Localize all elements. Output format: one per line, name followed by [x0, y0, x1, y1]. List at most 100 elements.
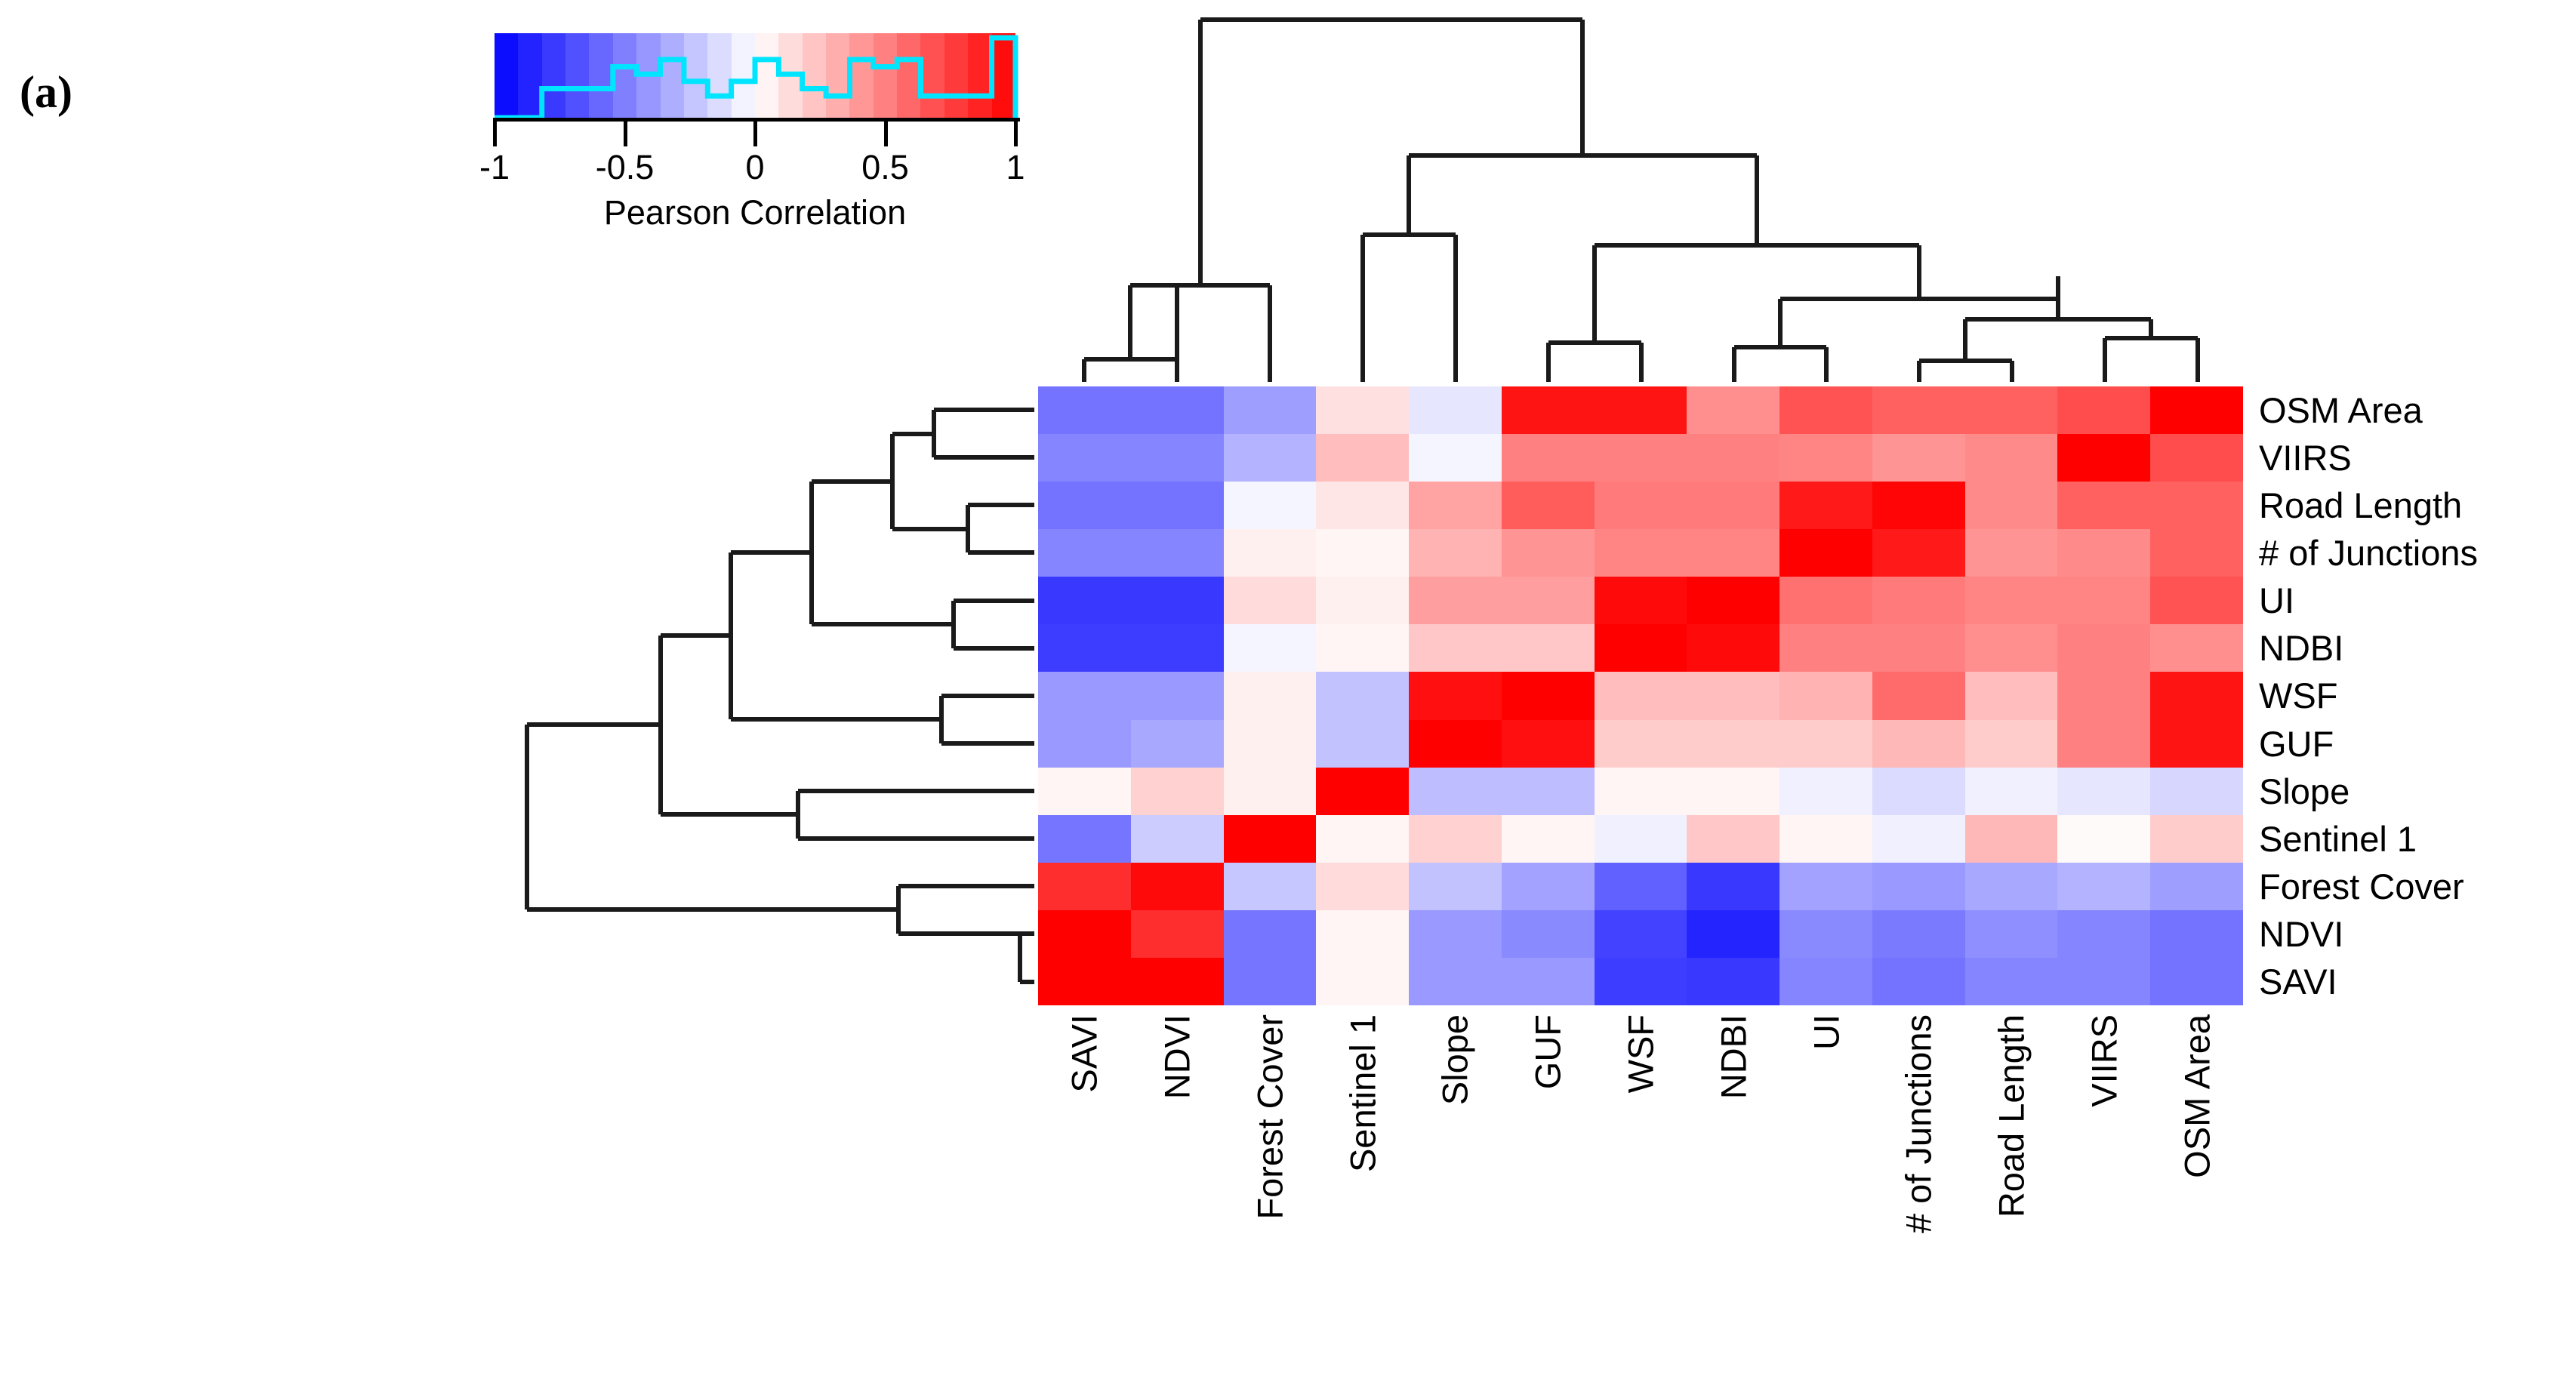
heatmap-cell: [1316, 434, 1410, 482]
heatmap-cell: [1038, 909, 1131, 958]
heatmap-column-label: SAVI: [1064, 1014, 1105, 1093]
heatmap-row-label: VIIRS: [2259, 438, 2352, 479]
heatmap-cell: [1409, 719, 1502, 768]
heatmap-cell: [2150, 482, 2243, 530]
color-key-title: Pearson Correlation: [603, 193, 907, 232]
heatmap-cell: [1594, 957, 1687, 1005]
heatmap-cell: [1501, 909, 1595, 958]
heatmap-cell: [1409, 767, 1502, 815]
heatmap-cell: [1501, 577, 1595, 625]
heatmap-cell: [1316, 909, 1410, 958]
heatmap-cell: [1872, 719, 1965, 768]
heatmap-cell: [1409, 672, 1502, 720]
heatmap-cell: [1687, 434, 1780, 482]
heatmap-cell: [1223, 767, 1317, 815]
row-dendrogram: [430, 386, 1034, 1005]
heatmap-cell: [1964, 909, 2058, 958]
heatmap-cell: [1501, 482, 1595, 530]
heatmap-row-label: # of Junctions: [2259, 533, 2479, 574]
color-key: -1 -0.5 0 0.5 1 Pearson Correlation: [479, 33, 1027, 297]
heatmap-cell: [1409, 577, 1502, 625]
color-key-tick-mark: [753, 118, 757, 146]
heatmap-cell: [1687, 719, 1780, 768]
heatmap-row-label: UI: [2259, 580, 2294, 621]
heatmap-cell: [2057, 672, 2151, 720]
heatmap-cell: [1130, 957, 1224, 1005]
heatmap-cell: [2150, 957, 2243, 1005]
heatmap-row-label: WSF: [2259, 676, 2338, 716]
heatmap-column-label-slot: GUF: [1502, 1014, 1595, 1377]
heatmap-cell: [1223, 482, 1317, 530]
color-key-axis-line: [495, 118, 1020, 122]
heatmap-cell: [1130, 767, 1224, 815]
color-key-gradient-wrap: [495, 33, 1015, 118]
heatmap-column-label-slot: Slope: [1409, 1014, 1502, 1377]
heatmap-cell: [2057, 386, 2151, 435]
heatmap-cell: [1316, 482, 1410, 530]
heatmap-cell: [1501, 957, 1595, 1005]
heatmap-cell: [2150, 909, 2243, 958]
color-key-tick-mark: [493, 118, 497, 146]
heatmap-cell: [1501, 814, 1595, 863]
heatmap-cell: [1038, 719, 1131, 768]
heatmap-cell: [1594, 672, 1687, 720]
heatmap-cell: [1501, 672, 1595, 720]
heatmap-column-label-slot: UI: [1779, 1014, 1872, 1377]
heatmap-row-label: NDBI: [2259, 628, 2344, 669]
heatmap-cell: [1687, 862, 1780, 910]
heatmap-cell: [2057, 957, 2151, 1005]
heatmap-cell: [2057, 434, 2151, 482]
heatmap-cell: [2057, 909, 2151, 958]
heatmap-cell: [2057, 624, 2151, 672]
heatmap-cell: [1501, 434, 1595, 482]
heatmap-column-label-slot: Forest Cover: [1224, 1014, 1317, 1377]
heatmap-cell: [1872, 767, 1965, 815]
heatmap-column-label: VIIRS: [2084, 1014, 2125, 1107]
heatmap-cell: [1130, 529, 1224, 577]
heatmap-column-label-slot: NDVI: [1131, 1014, 1224, 1377]
heatmap-column-label: # of Junctions: [1898, 1014, 1939, 1234]
heatmap-cell: [2150, 814, 2243, 863]
heatmap-cell: [1130, 386, 1224, 435]
heatmap-row-label: Slope: [2259, 771, 2350, 811]
heatmap-cell: [1038, 386, 1131, 435]
heatmap-cell: [1130, 434, 1224, 482]
heatmap-cell: [1964, 957, 2058, 1005]
heatmap-cell: [2150, 624, 2243, 672]
heatmap-cell: [1130, 624, 1224, 672]
heatmap-cell: [1687, 624, 1780, 672]
heatmap-cell: [1594, 434, 1687, 482]
heatmap-cell: [1130, 577, 1224, 625]
heatmap-cell: [2150, 767, 2243, 815]
heatmap-cell: [1501, 624, 1595, 672]
heatmap-cell: [1223, 957, 1317, 1005]
heatmap-row-labels: OSM Area VIIRS Road Length # of Junctions UI…: [2259, 386, 2576, 1005]
heatmap-cell: [1130, 719, 1224, 768]
heatmap-cell: [1594, 577, 1687, 625]
heatmap-cell: [1687, 957, 1780, 1005]
heatmap-cell: [1687, 529, 1780, 577]
heatmap-cell: [1038, 672, 1131, 720]
color-key-tick-mark: [1014, 118, 1018, 146]
heatmap-grid: [1038, 386, 2243, 1005]
heatmap-cell: [1687, 909, 1780, 958]
heatmap-cell: [1316, 624, 1410, 672]
heatmap-column-label-slot: VIIRS: [2057, 1014, 2150, 1377]
column-dendrogram-svg: [1082, 17, 2200, 382]
heatmap-cell: [1872, 386, 1965, 435]
heatmap-column-label: UI: [1806, 1014, 1847, 1050]
heatmap-cell: [2150, 386, 2243, 435]
heatmap-cell: [1872, 909, 1965, 958]
heatmap-cell: [2150, 529, 2243, 577]
heatmap-cell: [1130, 862, 1224, 910]
heatmap-cell: [1779, 862, 1872, 910]
heatmap-row-label: GUF: [2259, 723, 2334, 764]
heatmap-cell: [1594, 909, 1687, 958]
heatmap-column-label: GUF: [1527, 1014, 1568, 1090]
heatmap-cell: [1779, 482, 1872, 530]
heatmap-cell: [2057, 814, 2151, 863]
heatmap-cell: [1964, 719, 2058, 768]
heatmap-cell: [2057, 577, 2151, 625]
heatmap-cell: [1594, 814, 1687, 863]
heatmap-column-label: Road Length: [1991, 1014, 2032, 1218]
